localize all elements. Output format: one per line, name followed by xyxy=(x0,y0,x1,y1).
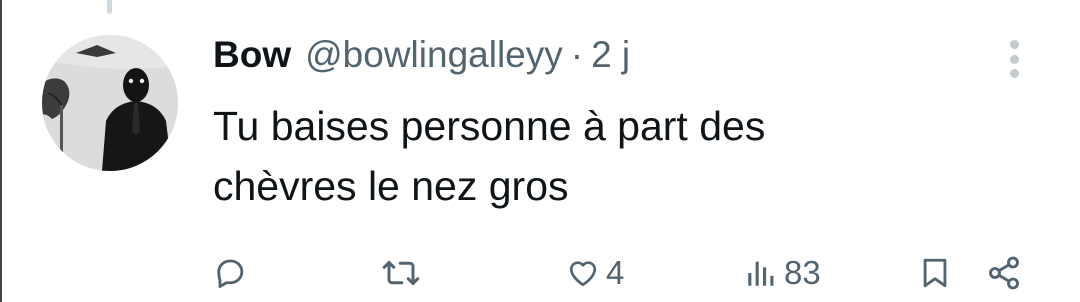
views-button[interactable]: 83 xyxy=(744,245,821,301)
retweet-button[interactable] xyxy=(381,245,421,301)
bookmark-icon xyxy=(923,258,947,288)
separator-dot: · xyxy=(570,34,584,75)
tweet-text-line: chèvres le nez gros xyxy=(213,163,569,209)
views-count: 83 xyxy=(784,254,821,291)
heart-icon xyxy=(569,261,597,287)
reply-button[interactable] xyxy=(212,245,248,301)
views-icon xyxy=(748,261,774,286)
tweet-text-line: Tu baises personne à part des xyxy=(213,103,766,149)
thread-line xyxy=(107,0,112,14)
avatar-image xyxy=(42,35,178,171)
more-dot xyxy=(1009,69,1019,78)
share-icon xyxy=(989,256,1019,290)
tweet-header: Bow @bowlingalleyy · 2 j xyxy=(213,30,630,80)
more-dot xyxy=(1009,40,1019,49)
like-button[interactable]: 4 xyxy=(566,245,624,301)
display-name[interactable]: Bow xyxy=(213,30,291,80)
more-options-button[interactable] xyxy=(1000,36,1028,82)
avatar[interactable] xyxy=(42,35,178,171)
tweet-text: Tu baises personne à part des chèvres le… xyxy=(213,96,973,216)
share-button[interactable] xyxy=(985,245,1023,301)
like-count: 4 xyxy=(606,254,625,291)
reply-icon xyxy=(217,259,244,288)
user-handle[interactable]: @bowlingalleyy xyxy=(305,30,563,80)
retweet-icon xyxy=(382,261,420,285)
action-bar: 4 83 xyxy=(0,245,1080,301)
bookmark-button[interactable] xyxy=(918,245,952,301)
more-dot xyxy=(1009,54,1019,64)
timestamp[interactable]: 2 j xyxy=(591,30,630,80)
